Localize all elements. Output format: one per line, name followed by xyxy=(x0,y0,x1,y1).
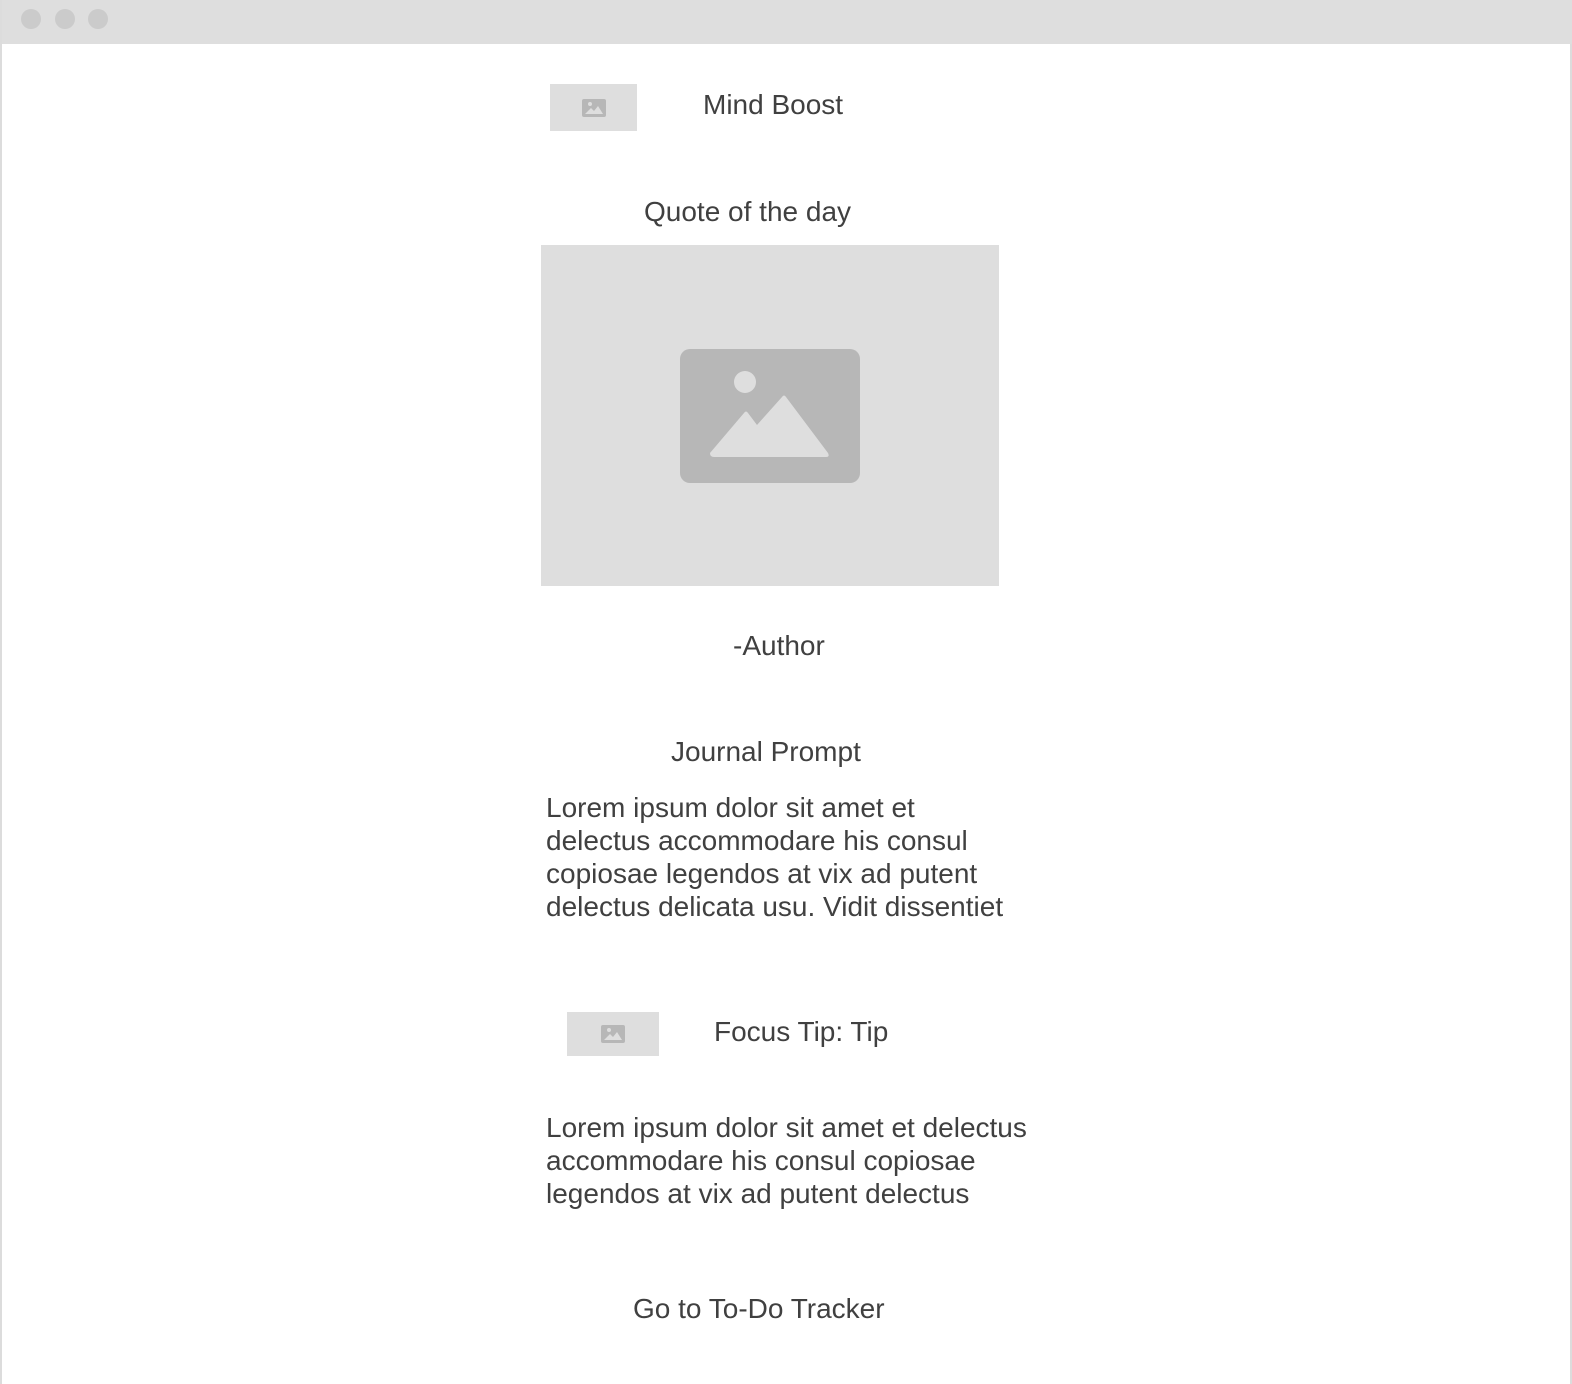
focus-tip-line: Lorem ipsum dolor sit amet et delectus xyxy=(546,1112,1027,1143)
quote-image xyxy=(541,245,999,586)
quote-heading: Quote of the day xyxy=(644,196,852,227)
focus-tip-text: Lorem ipsum dolor sit amet et delectus a… xyxy=(546,1111,1046,1210)
image-placeholder-icon xyxy=(581,98,606,117)
app-title: Mind Boost xyxy=(703,89,844,120)
journal-line: Lorem ipsum dolor sit amet et xyxy=(546,792,915,823)
focus-tip-image xyxy=(567,1012,659,1056)
journal-prompt-text: Lorem ipsum dolor sit amet et delectus a… xyxy=(546,791,1026,923)
close-dot[interactable] xyxy=(21,9,41,29)
quote-author: -Author xyxy=(733,630,825,661)
minimize-dot[interactable] xyxy=(55,9,75,29)
logo-image xyxy=(550,84,637,131)
focus-tip-line: accommodare his consul copiosae xyxy=(546,1145,976,1176)
focus-tip-title: Focus Tip: Tip xyxy=(714,1016,889,1047)
journal-line: delectus accommodare his consul xyxy=(546,825,968,856)
maximize-dot[interactable] xyxy=(88,9,108,29)
todo-tracker-link[interactable]: Go to To-Do Tracker xyxy=(633,1293,885,1325)
journal-line: copiosae legendos at vix ad putent xyxy=(546,858,978,889)
journal-heading: Journal Prompt xyxy=(671,736,861,767)
window-titlebar xyxy=(2,0,1572,44)
image-placeholder-icon xyxy=(601,1025,625,1043)
browser-window: Mind Boost Quote of the day -Author Jour… xyxy=(0,0,1572,1384)
journal-line: delectus delicata usu. Vidit dissentiet xyxy=(546,891,1004,922)
image-placeholder-icon xyxy=(680,348,860,483)
focus-tip-line: legendos at vix ad putent delectus xyxy=(546,1178,970,1209)
